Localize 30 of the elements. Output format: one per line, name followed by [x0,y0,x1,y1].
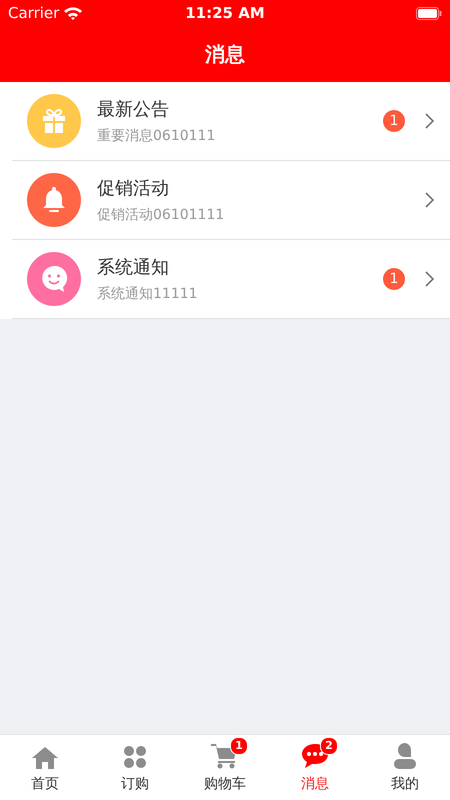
tab-item[interactable]: 我的 [360,735,450,800]
message-row[interactable]: 系统通知 系统通知11111 1 [12,240,450,319]
home-icon [32,746,58,768]
page-title: 消息 [205,40,245,68]
message-title: 促销活动 [97,177,170,200]
tab-item[interactable]: 2 消息 [270,735,360,800]
unread-badge: 1 [383,268,405,290]
status-time: 11:25 AM [185,4,265,22]
wifi-icon [64,6,82,20]
gift-icon [40,107,68,135]
chevron-icon [425,192,434,208]
chevron-icon [425,113,434,129]
message-preview: 重要消息0610111 [97,127,216,145]
carrier-name: Carrier [8,4,60,22]
message-preview: 促销活动06101111 [97,206,226,224]
count-badge: 1 [230,736,248,754]
message-title: 系统通知 [97,256,170,279]
message-title: 最新公告 [97,98,170,121]
tab-item[interactable]: 订购 [90,735,180,800]
message-preview: 系统通知11111 [97,285,199,303]
message-row[interactable]: 促销活动 促销活动06101111 [12,161,450,240]
tab-item[interactable]: 首页 [0,735,90,800]
chevron-icon [425,271,434,287]
message-row[interactable]: 最新公告 重要消息0610111 1 [12,82,450,161]
person-icon [393,742,417,768]
battery-icon [416,6,442,20]
count-badge: 2 [320,736,338,754]
unread-badge: 1 [383,110,405,132]
tab-item[interactable]: 1 购物车 [180,735,270,800]
grid-icon [123,744,147,768]
